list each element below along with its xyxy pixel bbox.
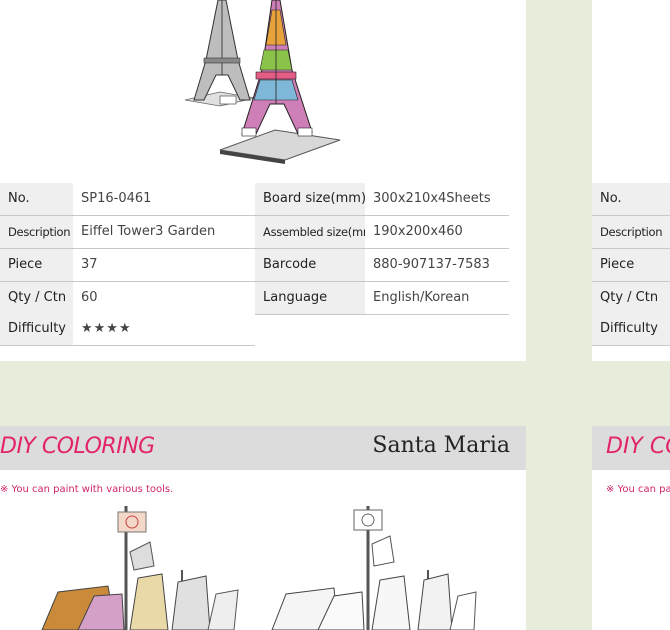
- paint-note: ※ You can pa: [606, 484, 670, 495]
- spec-value: SP16-0461: [73, 183, 255, 215]
- spec-row: Piece 37 Barcode 880-907137-7583: [0, 249, 509, 282]
- diy-coloring-title: DIY CO: [606, 434, 670, 459]
- spec-label: No.: [592, 183, 670, 215]
- diy-coloring-title: DIY COLORING: [0, 434, 155, 459]
- spec-value: English/Korean: [365, 282, 509, 314]
- spec-label: Language: [255, 282, 365, 314]
- spec-value: 300x210x4Sheets: [365, 183, 509, 215]
- product-banner: DIY COLORING Santa Maria: [0, 426, 526, 470]
- difficulty-label: Difficulty: [0, 313, 73, 345]
- product-card-santa-maria: DIY COLORING Santa Maria ※ You can paint…: [0, 426, 526, 630]
- santa-maria-ship-image: [41, 506, 477, 630]
- spec-label: Qty / Ctn: [0, 282, 73, 314]
- spec-label: Description: [0, 216, 73, 248]
- spec-row-difficulty: Difficulty ★★★★: [0, 313, 255, 346]
- spec-row: Piece: [592, 249, 670, 282]
- spec-value: Eiffel Tower3 Garden: [73, 216, 255, 248]
- spec-label: Piece: [592, 249, 670, 281]
- spec-label: Board size(mm): [255, 183, 365, 215]
- spec-value: 880-907137-7583: [365, 249, 509, 281]
- paint-note: ※ You can paint with various tools.: [0, 484, 174, 495]
- difficulty-stars: ★★★★: [73, 313, 255, 345]
- spec-row: Description Eiffel Tower3 Garden Assembl…: [0, 216, 509, 249]
- spec-label: Description: [592, 216, 670, 248]
- spec-label: No.: [0, 183, 73, 215]
- eiffel-tower-product-image: [184, 0, 341, 164]
- spec-value: 37: [73, 249, 255, 281]
- product-card-eiffel: No. SP16-0461 Board size(mm) 300x210x4Sh…: [0, 0, 526, 361]
- spec-label: Difficulty: [592, 313, 670, 345]
- spec-row: No. SP16-0461 Board size(mm) 300x210x4Sh…: [0, 183, 509, 216]
- spec-value: 60: [73, 282, 255, 314]
- spec-label: Piece: [0, 249, 73, 281]
- spec-label: Barcode: [255, 249, 365, 281]
- spec-label: Assembled size(mm): [255, 216, 365, 248]
- row-divider: [0, 345, 255, 346]
- row-divider: [592, 345, 670, 346]
- spec-label: Qty / Ctn: [592, 282, 670, 314]
- product-banner: DIY CO: [592, 426, 670, 470]
- spec-row: Qty / Ctn 60 Language English/Korean: [0, 282, 509, 315]
- spec-row: Qty / Ctn: [592, 282, 670, 315]
- product-card-partial: No. Description Piece Qty / Ctn Difficul…: [592, 0, 670, 361]
- product-name: Santa Maria: [372, 433, 510, 458]
- spec-row: No.: [592, 183, 670, 216]
- product-card-partial-bottom: DIY CO ※ You can pa: [592, 426, 670, 630]
- spec-row: Description: [592, 216, 670, 249]
- spec-value: 190x200x460: [365, 216, 509, 248]
- spec-row: Difficulty: [592, 313, 670, 346]
